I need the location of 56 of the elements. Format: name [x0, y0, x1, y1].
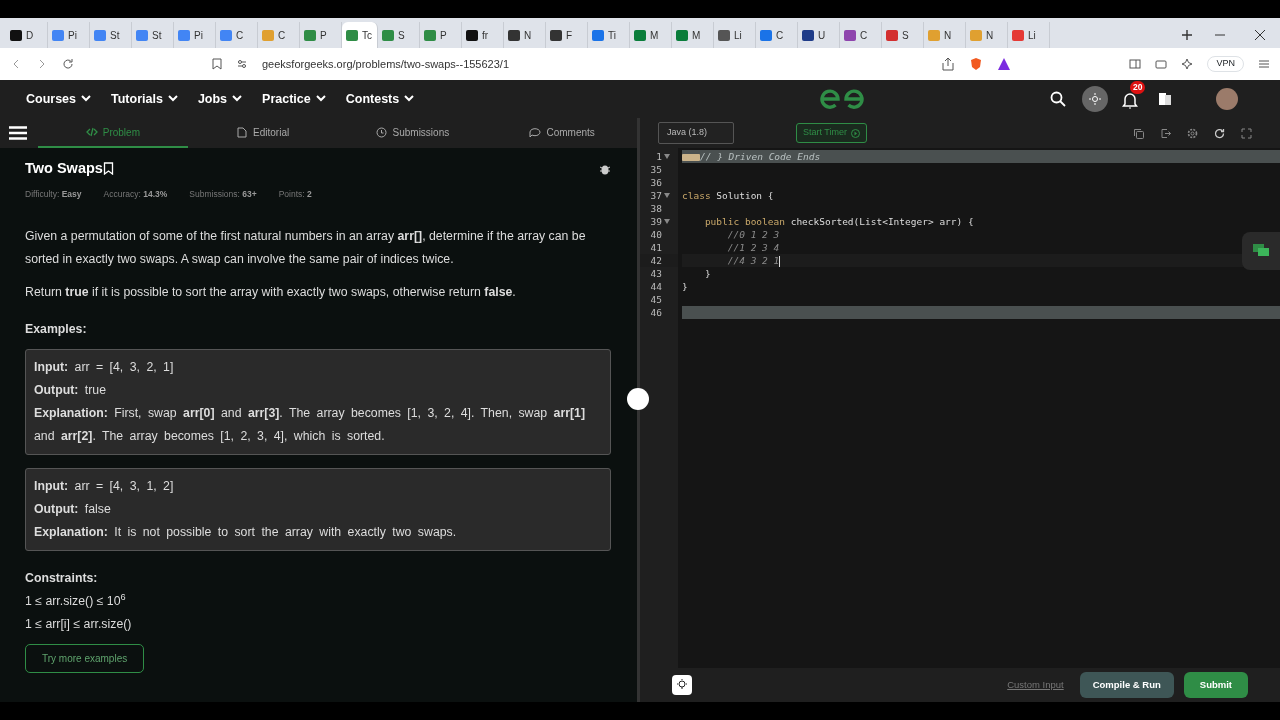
code-text: //1 2 3 4 [726, 242, 780, 253]
nav-menu[interactable]: Jobs [197, 89, 243, 109]
code-text: //0 1 2 3 [726, 229, 780, 240]
line-number: 42 [650, 254, 662, 267]
line-number: 35 [650, 163, 662, 176]
problem-tab[interactable]: Submissions [337, 118, 488, 148]
code-text: // } Driven Code Ends [700, 151, 821, 162]
start-timer-button[interactable]: Start Timer [796, 123, 867, 143]
line-number: 40 [650, 228, 662, 241]
constraint-text: 1 ≤ arr[i] ≤ arr.size() [25, 615, 133, 633]
section-heading: Constraints: [25, 569, 99, 587]
code-text: public boolean checkSorted(List<Integer> arr) { [703, 216, 974, 227]
example-text: Input: arr = [4, 3, 2, 1] [34, 358, 175, 376]
try-more-button[interactable]: Try more examples [25, 643, 145, 673]
line-number: 1 [656, 150, 662, 163]
notification-count: 20 [1130, 81, 1146, 94]
line-number: 37 [650, 189, 662, 202]
description-text: Given a permutation of some of the first natural numbers in an array arr[], determine if the array can be sorted in exactly two swaps. A swap can involve the same pair of indices twice. [25, 227, 587, 268]
problem-title: Two Swaps [25, 159, 103, 178]
line-number: 41 [650, 241, 662, 254]
line-number: 38 [650, 202, 662, 215]
code-text: } [682, 281, 688, 292]
browser-tab[interactable]: Tc [342, 22, 378, 48]
example-text: Output: false [34, 500, 112, 518]
code-text: } [703, 268, 711, 279]
example-text: Input: arr = [4, 3, 1, 2] [34, 477, 175, 495]
meta-text: Points: 2 [278, 187, 312, 201]
problem-tab[interactable]: Problem [38, 118, 188, 148]
description-text: Return true if it is possible to sort the array with exactly two swaps, otherwise return false. [25, 283, 517, 301]
custom-input-link[interactable]: Custom Input [1001, 676, 1070, 694]
submit-button[interactable]: Submit [1183, 671, 1248, 699]
nav-menu[interactable]: Tutorials [111, 89, 178, 109]
example-text: Output: true [34, 381, 107, 399]
problem-tab[interactable]: Comments [487, 118, 637, 148]
code-text: class Solution { [682, 190, 774, 201]
line-number: 39 [650, 215, 662, 228]
line-number: 45 [650, 293, 662, 306]
code-text: //4 3 2 1 [726, 255, 780, 266]
problem-tab[interactable]: Editorial [187, 118, 338, 148]
meta-text: Accuracy: 14.3% [103, 187, 168, 201]
compile-run-button[interactable]: Compile & Run [1079, 671, 1174, 699]
language-select[interactable]: Java (1.8) [658, 122, 734, 144]
nav-menu[interactable]: Practice [262, 89, 326, 109]
url-text[interactable]: geeksforgeeks.org/problems/two-swaps--155623/1 [262, 55, 928, 73]
line-number: 44 [650, 280, 662, 293]
nav-menu[interactable]: Contests [345, 89, 415, 109]
line-number: 36 [650, 176, 662, 189]
example-text: Explanation: It is not possible to sort the array with exactly two swaps. [34, 523, 458, 541]
constraint-text: 1 ≤ arr.size() ≤ 10$^{6}$ [25, 590, 127, 610]
line-number: 43 [650, 267, 662, 280]
meta-text: Difficulty: Easy [25, 187, 82, 201]
nav-menu[interactable]: Courses [26, 89, 92, 109]
line-number: 46 [650, 306, 662, 319]
section-heading: Examples: [25, 320, 88, 338]
example-text: Explanation: First, swap arr[0] and arr[3]. The array becomes [1, 3, 2, 4]. Then, swap arr[1] and arr[2]. The array becomes [1, 2, 3, 4], which is sorted. [34, 404, 587, 445]
meta-text: Submissions: 63+ [189, 187, 257, 201]
